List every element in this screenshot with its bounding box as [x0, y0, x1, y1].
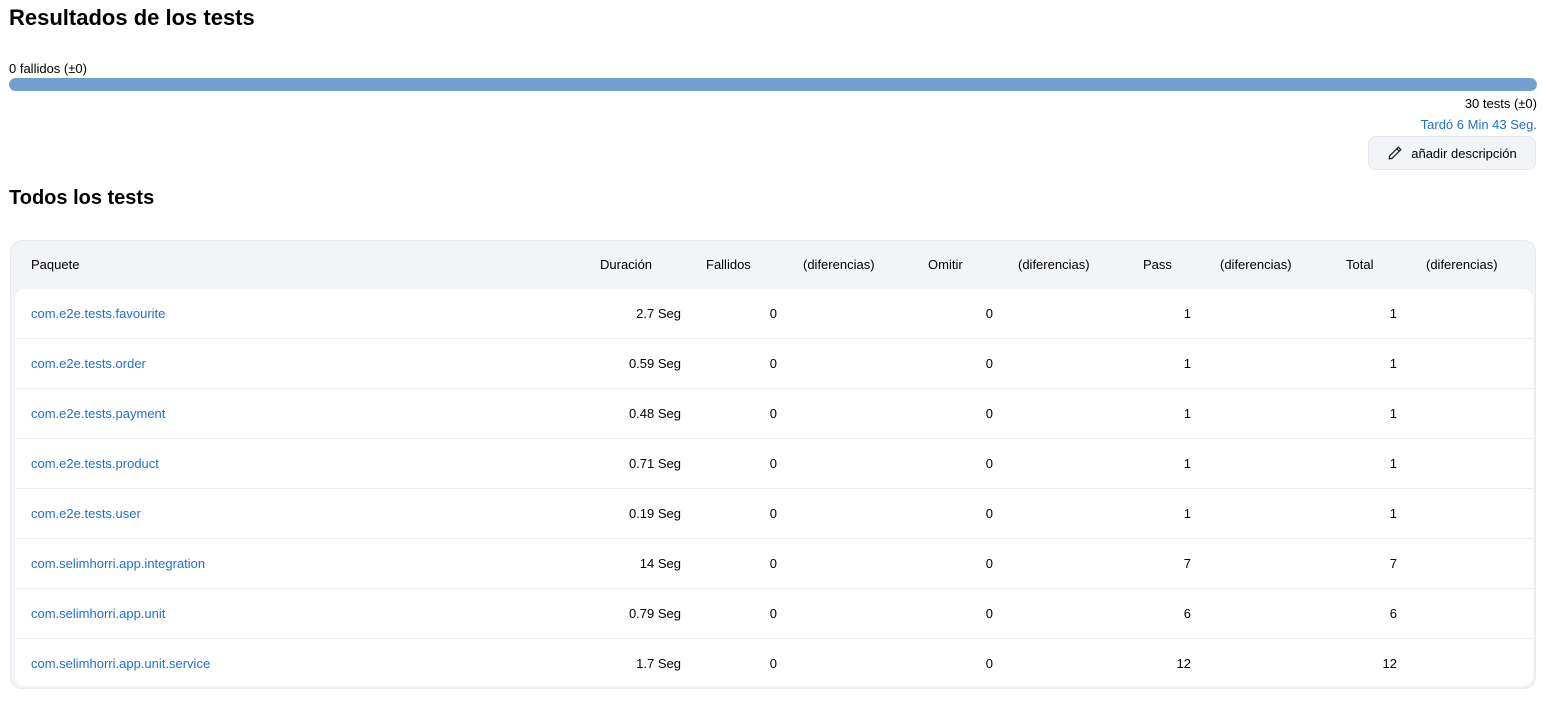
- cell-total: 1: [1389, 356, 1397, 371]
- cell-pass: 1: [1183, 406, 1191, 421]
- cell-pass: 12: [1176, 656, 1191, 671]
- cell-failed: 0: [769, 506, 777, 521]
- tests-count: 30 tests (±0): [1464, 96, 1537, 111]
- package-link[interactable]: com.selimhorri.app.integration: [31, 539, 205, 588]
- cell-total: 1: [1389, 306, 1397, 321]
- test-results-page: Resultados de los tests 0 fallidos (±0) …: [0, 0, 1542, 701]
- cell-pass: 1: [1183, 356, 1191, 371]
- cell-failed: 0: [769, 606, 777, 621]
- table-row: com.selimhorri.app.unit 0.79 Seg 0 0 6 6: [15, 589, 1533, 639]
- cell-skip: 0: [985, 506, 993, 521]
- header-total-diff[interactable]: (diferencias): [1426, 241, 1498, 289]
- cell-skip: 0: [985, 606, 993, 621]
- header-duration[interactable]: Duración: [600, 241, 652, 289]
- add-description-label: añadir descripción: [1411, 145, 1517, 161]
- progress-bar: [9, 78, 1537, 91]
- cell-skip: 0: [985, 656, 993, 671]
- cell-total: 6: [1389, 606, 1397, 621]
- cell-pass: 7: [1183, 556, 1191, 571]
- cell-duration: 0.48 Seg: [628, 406, 681, 421]
- page-title: Resultados de los tests: [9, 5, 255, 30]
- cell-skip: 0: [985, 356, 993, 371]
- header-pass[interactable]: Pass: [1143, 241, 1172, 289]
- cell-skip: 0: [985, 456, 993, 471]
- cell-skip: 0: [985, 306, 993, 321]
- cell-pass: 1: [1183, 306, 1191, 321]
- package-link[interactable]: com.e2e.tests.payment: [31, 389, 165, 438]
- table-row: com.e2e.tests.order 0.59 Seg 0 0 1 1: [15, 339, 1533, 389]
- header-total[interactable]: Total: [1346, 241, 1373, 289]
- table-row: com.e2e.tests.favourite 2.7 Seg 0 0 1 1: [15, 289, 1533, 339]
- cell-total: 1: [1389, 506, 1397, 521]
- results-table: Paquete Duración Fallidos (diferencias) …: [10, 240, 1536, 689]
- cell-total: 12: [1382, 656, 1397, 671]
- pencil-icon: [1388, 146, 1402, 160]
- cell-duration: 14 Seg: [639, 556, 681, 571]
- header-failed[interactable]: Fallidos: [706, 241, 751, 289]
- add-description-button[interactable]: añadir descripción: [1368, 136, 1536, 170]
- table-row: com.e2e.tests.payment 0.48 Seg 0 0 1 1: [15, 389, 1533, 439]
- cell-duration: 2.7 Seg: [636, 306, 681, 321]
- cell-failed: 0: [769, 656, 777, 671]
- table-row: com.selimhorri.app.integration 14 Seg 0 …: [15, 539, 1533, 589]
- package-link[interactable]: com.e2e.tests.user: [31, 489, 141, 538]
- cell-duration: 0.59 Seg: [628, 356, 681, 371]
- section-title: Todos los tests: [9, 187, 155, 209]
- cell-pass: 1: [1183, 506, 1191, 521]
- package-link[interactable]: com.e2e.tests.favourite: [31, 289, 165, 338]
- cell-skip: 0: [985, 556, 993, 571]
- cell-total: 7: [1389, 556, 1397, 571]
- table-header: Paquete Duración Fallidos (diferencias) …: [11, 241, 1535, 289]
- package-link[interactable]: com.e2e.tests.product: [31, 439, 159, 488]
- table-row: com.e2e.tests.product 0.71 Seg 0 0 1 1: [15, 439, 1533, 489]
- cell-total: 1: [1389, 406, 1397, 421]
- header-pass-diff[interactable]: (diferencias): [1220, 241, 1292, 289]
- package-link[interactable]: com.e2e.tests.order: [31, 339, 146, 388]
- cell-failed: 0: [769, 556, 777, 571]
- package-link[interactable]: com.selimhorri.app.unit.service: [31, 639, 210, 686]
- cell-pass: 6: [1183, 606, 1191, 621]
- duration-link[interactable]: Tardó 6 Min 43 Seg.: [1421, 117, 1537, 132]
- cell-skip: 0: [985, 406, 993, 421]
- header-skip[interactable]: Omitir: [928, 241, 963, 289]
- failed-summary: 0 fallidos (±0): [9, 61, 87, 76]
- cell-duration: 0.71 Seg: [628, 456, 681, 471]
- cell-failed: 0: [769, 406, 777, 421]
- cell-total: 1: [1389, 456, 1397, 471]
- table-body: com.e2e.tests.favourite 2.7 Seg 0 0 1 1 …: [15, 289, 1533, 686]
- cell-duration: 0.79 Seg: [628, 606, 681, 621]
- cell-pass: 1: [1183, 456, 1191, 471]
- table-row: com.e2e.tests.user 0.19 Seg 0 0 1 1: [15, 489, 1533, 539]
- cell-duration: 1.7 Seg: [636, 656, 681, 671]
- header-skip-diff[interactable]: (diferencias): [1018, 241, 1090, 289]
- cell-failed: 0: [769, 456, 777, 471]
- table-row: com.selimhorri.app.unit.service 1.7 Seg …: [15, 639, 1533, 686]
- cell-failed: 0: [769, 306, 777, 321]
- header-package[interactable]: Paquete: [31, 241, 79, 289]
- progress-bar-fill: [9, 78, 1537, 91]
- cell-failed: 0: [769, 356, 777, 371]
- package-link[interactable]: com.selimhorri.app.unit: [31, 589, 165, 638]
- header-failed-diff[interactable]: (diferencias): [803, 241, 875, 289]
- cell-duration: 0.19 Seg: [628, 506, 681, 521]
